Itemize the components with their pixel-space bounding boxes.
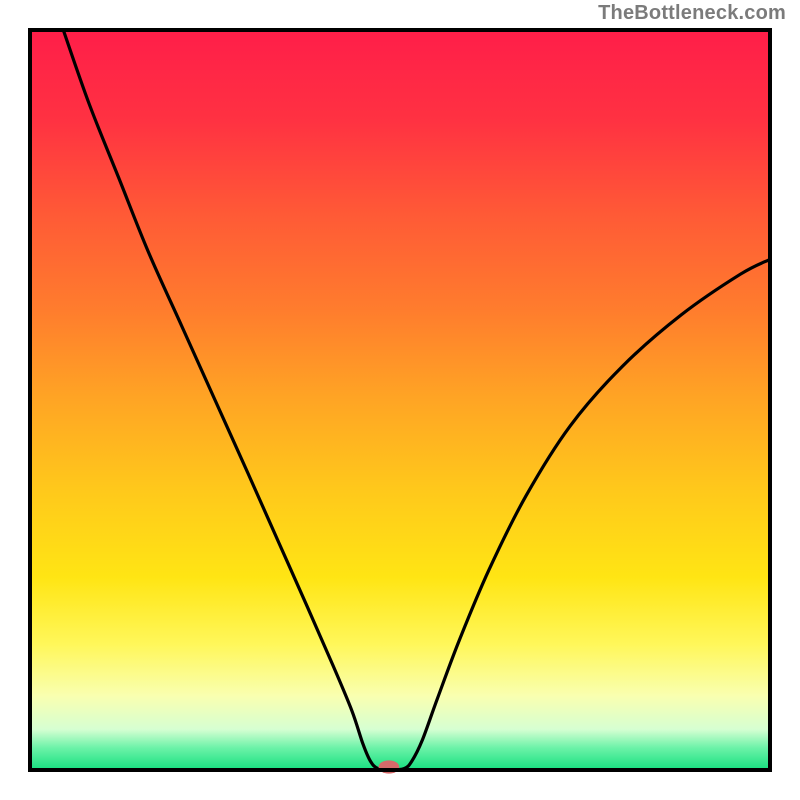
watermark-text: TheBottleneck.com [598,2,786,25]
plot-background [30,30,770,770]
chart-svg [0,0,800,800]
chart-container [0,0,800,800]
